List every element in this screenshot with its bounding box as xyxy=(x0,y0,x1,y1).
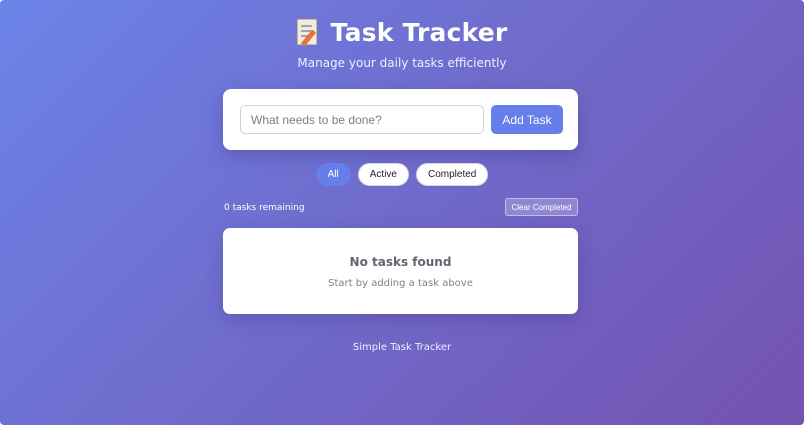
add-task-card: Add Task xyxy=(223,89,578,150)
filter-all-button[interactable]: All xyxy=(315,163,351,186)
memo-icon xyxy=(296,19,319,47)
filter-bar: All Active Completed xyxy=(0,163,804,186)
task-list: No tasks found Start by adding a task ab… xyxy=(223,228,578,314)
task-input[interactable] xyxy=(240,105,484,134)
filter-completed-button[interactable]: Completed xyxy=(416,163,489,186)
empty-state-hint: Start by adding a task above xyxy=(328,278,473,289)
tasks-remaining-count: 0 tasks remaining xyxy=(224,203,305,213)
app-subtitle: Manage your daily tasks efficiently xyxy=(297,56,507,70)
clear-completed-button[interactable]: Clear Completed xyxy=(505,198,578,216)
app-title: Task Tracker xyxy=(330,18,508,47)
app-header: Task Tracker xyxy=(0,18,804,47)
filter-active-button[interactable]: Active xyxy=(357,163,409,186)
app-footer: Simple Task Tracker xyxy=(352,342,452,353)
add-task-button[interactable]: Add Task xyxy=(491,105,563,134)
empty-state-title: No tasks found xyxy=(349,255,452,269)
app-window: Task Tracker Manage your daily tasks eff… xyxy=(0,0,804,425)
